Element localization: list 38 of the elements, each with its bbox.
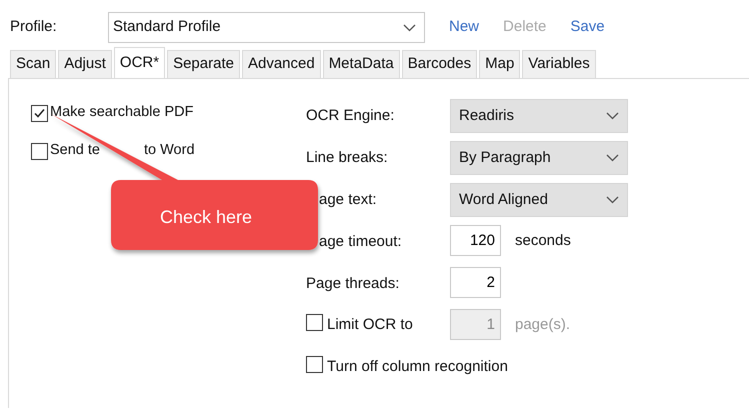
tab[interactable]: MetaData	[322, 50, 400, 78]
tab[interactable]: Advanced	[242, 50, 321, 78]
tab[interactable]: Separate	[167, 50, 240, 78]
tab[interactable]: Scan	[10, 50, 56, 78]
tab[interactable]: Map	[479, 50, 520, 78]
tab[interactable]: OCR*	[114, 47, 166, 78]
dropdown[interactable]: By Paragraph	[450, 141, 628, 175]
chevron-down-icon	[606, 196, 619, 204]
tab[interactable]: Barcodes	[402, 50, 478, 78]
option-label: Make searchable PDF	[50, 105, 194, 120]
number-field[interactable]: 2	[450, 267, 501, 298]
profile-label: Profile:	[10, 17, 58, 38]
chevron-down-icon	[403, 24, 416, 32]
profile-link[interactable]: New	[449, 16, 480, 39]
profile-link[interactable]: Save	[570, 16, 605, 39]
field-label: Line breaks:	[306, 148, 389, 168]
profile-dropdown[interactable]: Standard Profile	[108, 12, 425, 43]
option-label: Limit OCR to	[327, 315, 413, 335]
field-label: age timeout:	[318, 232, 403, 252]
chevron-down-icon	[606, 112, 619, 120]
unit-label: page(s).	[515, 315, 570, 335]
dropdown[interactable]: Word Aligned	[450, 183, 628, 217]
tab[interactable]: Variables	[522, 50, 596, 78]
checkbox[interactable]	[306, 356, 323, 373]
number-field[interactable]: 120	[450, 225, 501, 256]
checkbox[interactable]	[31, 143, 48, 160]
field-label: OCR Engine:	[306, 106, 396, 126]
callout-text: Check here	[160, 206, 252, 229]
unit-label: seconds	[515, 231, 571, 251]
option-label: Send te	[50, 143, 100, 158]
checkbox[interactable]	[31, 105, 48, 122]
field-label: age text:	[318, 190, 378, 210]
dropdown[interactable]: Readiris	[450, 99, 628, 133]
chevron-down-icon	[606, 154, 619, 162]
option-label: Turn off column recognition	[327, 357, 508, 377]
tab[interactable]: Adjust	[58, 50, 112, 78]
field-label: Page threads:	[306, 274, 400, 294]
option-label: to Word	[144, 143, 195, 158]
